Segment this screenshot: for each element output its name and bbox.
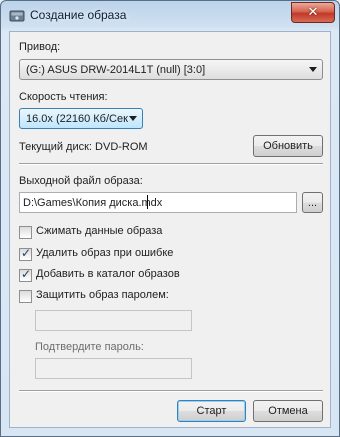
speed-label: Скорость чтения: xyxy=(19,91,108,103)
drive-select[interactable]: (G:) ASUS DRW-2014L1T (null) [3:0] xyxy=(19,59,323,80)
start-button[interactable]: Старт xyxy=(177,400,246,422)
confirm-password-label: Подтвердите пароль: xyxy=(35,341,144,353)
output-file-label: Выходной файл образа: xyxy=(19,175,143,187)
close-icon: ✕ xyxy=(307,5,319,20)
drive-select-value: (G:) ASUS DRW-2014L1T (null) [3:0] xyxy=(26,64,206,76)
speed-select-value: 16.0x (22160 Кб/Сек xyxy=(26,113,128,125)
chevron-down-icon xyxy=(309,67,317,72)
checkmark-icon: ✓ xyxy=(21,246,32,260)
refresh-button[interactable]: Обновить xyxy=(253,135,323,157)
browse-button[interactable]: ... xyxy=(302,192,323,213)
password-protect-checkbox[interactable] xyxy=(19,290,32,303)
add-to-catalog-label[interactable]: Добавить в каталог образов xyxy=(36,268,180,280)
password-protect-label[interactable]: Защитить образ паролем: xyxy=(36,289,169,301)
current-disc-text: Текущий диск: DVD-ROM xyxy=(19,141,148,153)
delete-on-error-checkbox[interactable]: ✓ xyxy=(19,246,32,261)
output-file-value: D:\Games\Копия диска.mdx xyxy=(23,197,163,209)
title-bar[interactable]: Создание образа ✕ xyxy=(1,1,339,31)
confirm-password-input[interactable] xyxy=(35,358,192,379)
cancel-button[interactable]: Отмена xyxy=(253,400,323,422)
add-to-catalog-checkbox[interactable]: ✓ xyxy=(19,267,32,282)
compress-image-checkbox[interactable] xyxy=(19,226,32,239)
close-button[interactable]: ✕ xyxy=(291,2,335,23)
create-image-window: Создание образа ✕ Привод: (G:) ASUS DRW-… xyxy=(0,0,340,437)
chevron-down-icon xyxy=(129,116,137,121)
text-caret xyxy=(147,195,148,209)
delete-on-error-label[interactable]: Удалить образ при ошибке xyxy=(36,247,173,259)
output-file-input[interactable]: D:\Games\Копия диска.mdx xyxy=(19,192,297,213)
speed-select[interactable]: 16.0x (22160 Кб/Сек xyxy=(19,108,143,129)
separator xyxy=(19,163,323,165)
separator xyxy=(19,390,323,392)
checkmark-icon: ✓ xyxy=(21,267,32,281)
dialog-body: Привод: (G:) ASUS DRW-2014L1T (null) [3:… xyxy=(9,31,331,428)
window-title: Создание образа xyxy=(30,8,127,22)
drive-label: Привод: xyxy=(19,41,61,53)
password-input[interactable] xyxy=(35,310,192,331)
compress-image-label[interactable]: Сжимать данные образа xyxy=(36,225,162,237)
disc-image-icon xyxy=(9,10,25,22)
